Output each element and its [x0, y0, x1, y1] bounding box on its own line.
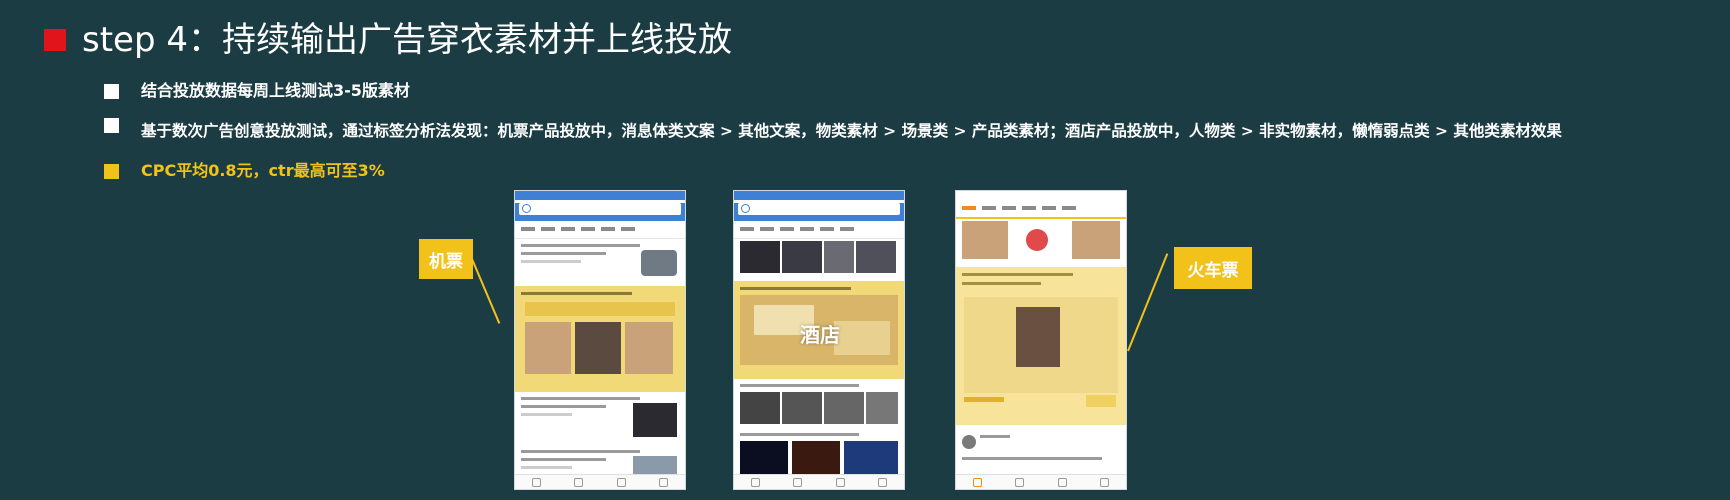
news-item — [734, 239, 904, 277]
status-bar — [734, 191, 904, 200]
bullet-text-1: 结合投放数据每周上线测试3-5版素材 — [141, 81, 410, 100]
flight-ad-creative — [515, 286, 685, 392]
channel-tabs — [515, 221, 685, 239]
status-bar — [956, 191, 1126, 200]
hotel-ad-creative: 酒店 — [734, 281, 904, 379]
bullet-square-1 — [104, 84, 119, 99]
bullet-square-2 — [104, 118, 119, 133]
search-bar — [734, 203, 904, 221]
bottom-tab-bar — [734, 474, 904, 489]
search-bar — [515, 203, 685, 221]
phone-screenshot-hotel: 酒店 — [733, 190, 905, 490]
news-item — [515, 244, 685, 282]
bullet-text-2: 基于数次广告创意投放测试，通过标签分析法发现：机票产品投放中，消息体类文案 > … — [141, 122, 1562, 140]
bullet-text-3: CPC平均0.8元，ctr最高可至3% — [141, 161, 385, 180]
channel-tabs — [734, 221, 904, 239]
phone-screenshot-flight — [514, 190, 686, 490]
flight-tag: 机票 — [419, 239, 473, 279]
news-item — [515, 397, 685, 445]
user-post — [956, 429, 1126, 469]
bullet-square-3 — [104, 164, 119, 179]
bottom-tab-bar — [956, 474, 1126, 489]
title-bullet-square — [44, 29, 66, 51]
train-callout-line — [1127, 253, 1169, 352]
status-bar — [515, 191, 685, 200]
search-icon — [522, 204, 531, 213]
hotel-overlay-text: 酒店 — [800, 323, 840, 347]
phone-screenshot-train — [955, 190, 1127, 490]
post-header — [956, 219, 1126, 263]
train-tag: 火车票 — [1174, 247, 1252, 289]
search-icon — [741, 204, 750, 213]
bottom-tab-bar — [515, 474, 685, 489]
flight-callout-line — [471, 258, 501, 324]
news-item — [734, 384, 904, 428]
slide-title: step 4：持续输出广告穿衣素材并上线投放 — [82, 20, 732, 60]
train-ad-creative — [956, 267, 1126, 425]
channel-tabs — [956, 200, 1126, 219]
